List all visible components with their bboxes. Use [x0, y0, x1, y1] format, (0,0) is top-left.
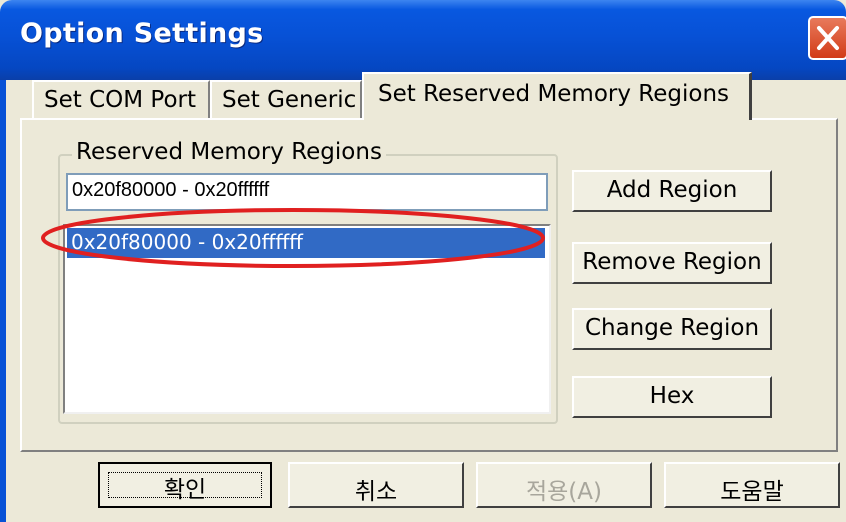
button-label: Hex — [649, 383, 695, 409]
button-label: 도움말 — [720, 479, 784, 505]
tab-set-generic[interactable]: Set Generic — [210, 80, 362, 118]
window-title: Option Settings — [20, 18, 264, 49]
button-label: Remove Region — [582, 249, 762, 275]
close-button[interactable] — [808, 16, 846, 60]
title-bar: Option Settings — [0, 0, 846, 80]
ok-button[interactable]: 확인 — [98, 462, 272, 508]
tab-label: Set COM Port — [44, 87, 196, 113]
tab-label: Set Generic — [222, 87, 357, 113]
focus-rect — [108, 472, 262, 498]
change-region-button[interactable]: Change Region — [572, 308, 772, 350]
close-icon — [817, 26, 839, 50]
add-region-button[interactable]: Add Region — [572, 170, 772, 212]
regions-listbox[interactable]: 0x20f80000 - 0x20ffffff — [63, 224, 551, 414]
group-label: Reserved Memory Regions — [72, 139, 386, 165]
button-label: Change Region — [584, 315, 760, 341]
tab-set-com-port[interactable]: Set COM Port — [32, 80, 210, 118]
list-item[interactable]: 0x20f80000 - 0x20ffffff — [67, 228, 545, 258]
button-label: Add Region — [606, 177, 738, 203]
tab-label: Set Reserved Memory Regions — [378, 81, 730, 107]
tab-set-reserved-memory-regions[interactable]: Set Reserved Memory Regions — [362, 72, 752, 120]
cancel-button[interactable]: 취소 — [288, 462, 464, 508]
help-button[interactable]: 도움말 — [664, 462, 840, 508]
remove-region-button[interactable]: Remove Region — [572, 242, 772, 284]
button-label: 취소 — [354, 479, 398, 505]
apply-button: 적용(A) — [476, 462, 652, 508]
window-frame — [0, 80, 6, 522]
region-input[interactable]: 0x20f80000 - 0x20ffffff — [66, 173, 548, 211]
button-label: 적용(A) — [525, 479, 602, 505]
hex-button[interactable]: Hex — [572, 376, 772, 418]
